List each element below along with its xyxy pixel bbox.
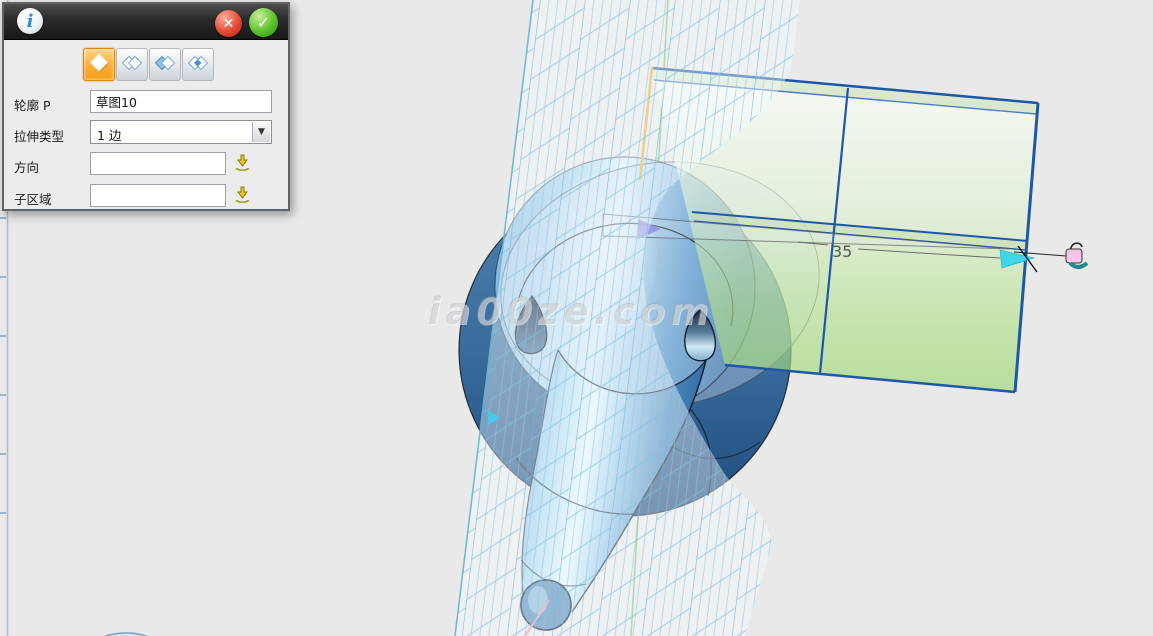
diamond-intersect-icon: [186, 51, 210, 75]
diamond-base-icon: [87, 51, 111, 75]
direction-label: 方向: [14, 157, 39, 176]
profile-input[interactable]: [90, 90, 272, 113]
extrude-type-select[interactable]: 1 边 ▼: [90, 120, 272, 144]
info-icon[interactable]: i: [17, 8, 43, 34]
drag-handle[interactable]: [1066, 243, 1087, 267]
direction-pick-button[interactable]: [233, 153, 252, 172]
direction-input[interactable]: [90, 152, 226, 175]
pick-arrow-icon: [233, 153, 252, 172]
dialog-titlebar[interactable]: i ✕ ✓: [4, 4, 288, 40]
subregion-pick-button[interactable]: [233, 185, 252, 204]
boolean-base-button[interactable]: [83, 48, 115, 81]
chevron-down-icon[interactable]: ▼: [252, 122, 270, 142]
app-window: { "dialog": { "titlebar": { "info_glyph"…: [0, 0, 1153, 636]
diamond-remove-icon: [153, 51, 177, 75]
boolean-intersect-button[interactable]: [182, 48, 214, 81]
confirm-button[interactable]: ✓: [249, 8, 278, 37]
subregion-input[interactable]: [90, 184, 226, 207]
extrude-type-value: 1 边: [97, 125, 121, 144]
profile-label: 轮廓 P: [14, 95, 51, 114]
dimension-value[interactable]: 35: [832, 242, 852, 261]
extrude-type-label: 拉伸类型: [14, 126, 64, 145]
boolean-add-button[interactable]: [116, 48, 148, 81]
diamond-add-icon: [120, 51, 144, 75]
boolean-remove-button[interactable]: [149, 48, 181, 81]
pick-arrow-icon: [233, 185, 252, 204]
cancel-button[interactable]: ✕: [215, 10, 242, 37]
extrude-dialog: i ✕ ✓ 轮廓 P 拉伸类型 1 边 ▼ 方: [2, 2, 290, 211]
subregion-label: 子区域: [14, 189, 52, 208]
